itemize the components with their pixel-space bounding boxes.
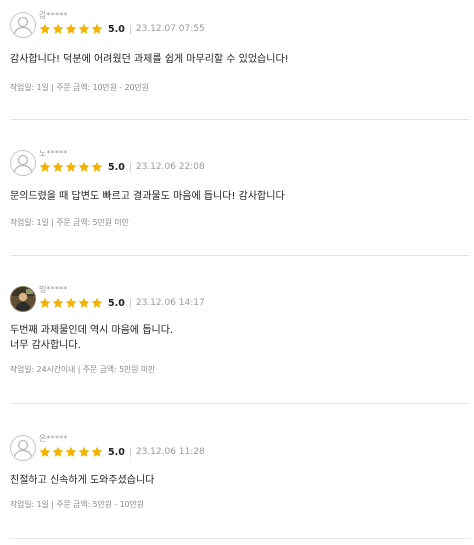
star-icon xyxy=(52,23,64,34)
star-icon xyxy=(65,23,77,34)
default-user-icon xyxy=(13,16,33,36)
rating-row: 5.0 23.12.06 11:28 xyxy=(39,445,205,459)
star-icon xyxy=(78,446,90,457)
review-content: 감사합니다! 덕분에 어려웠던 과제를 쉽게 마무리할 수 있었습니다! xyxy=(10,54,289,65)
divider xyxy=(10,255,470,256)
divider xyxy=(10,538,470,539)
review-content: 두번째 과제물인데 역시 마음에 듭니다. 너무 감사합니다. xyxy=(10,323,460,353)
review-content: 문의드렸을 때 답변도 빠르고 결과물도 마음에 듭니다! 감사합니다 xyxy=(10,191,285,202)
review-score: 5.0 xyxy=(108,297,125,309)
separator xyxy=(129,162,131,172)
star-icon xyxy=(39,23,51,34)
star-rating xyxy=(39,161,104,173)
star-icon xyxy=(65,161,77,172)
review-date: 23.12.07 07:55 xyxy=(135,24,205,34)
review-header: 노***** 5.0 23.12.06 22:08 xyxy=(10,149,470,178)
review-username: 감***** xyxy=(39,11,68,20)
review-content-line: 너무 감사합니다. xyxy=(10,340,81,351)
star-icon xyxy=(39,446,51,457)
rating-row: 5.0 23.12.06 14:17 xyxy=(39,296,205,310)
review-score: 5.0 xyxy=(108,161,125,173)
star-icon xyxy=(52,446,64,457)
star-icon xyxy=(91,446,103,457)
review-date: 23.12.06 11:28 xyxy=(135,447,205,457)
default-user-icon xyxy=(13,439,33,459)
review-date: 23.12.06 22:08 xyxy=(135,162,205,172)
star-icon xyxy=(39,297,51,308)
review-header: 감***** 5.0 23.12.07 07:55 xyxy=(10,11,470,40)
avatar xyxy=(10,286,36,312)
review-username: 밍***** xyxy=(39,285,68,294)
default-user-icon xyxy=(13,154,33,174)
divider xyxy=(10,403,470,404)
review-header: 밍***** 5.0 23.12.06 14:17 xyxy=(10,285,470,314)
avatar xyxy=(10,150,36,176)
review-content-line: 두번째 과제물인데 역시 마음에 듭니다. xyxy=(10,325,174,336)
divider xyxy=(10,119,470,120)
star-icon xyxy=(91,161,103,172)
separator xyxy=(129,298,131,308)
star-icon xyxy=(91,23,103,34)
rating-row: 5.0 23.12.06 22:08 xyxy=(39,160,205,174)
star-icon xyxy=(65,297,77,308)
separator xyxy=(129,24,131,34)
star-rating xyxy=(39,446,104,458)
avatar xyxy=(10,435,36,461)
star-icon xyxy=(91,297,103,308)
review-username: 은***** xyxy=(39,434,68,443)
star-rating xyxy=(39,23,104,35)
star-rating xyxy=(39,297,104,309)
review-content: 친절하고 신속하게 도와주셨습니다 xyxy=(10,475,155,486)
review-meta: 작업일: 1일 | 주문 금액: 5만원 미만 xyxy=(10,218,129,227)
review-list: 감***** 5.0 23.12.07 07:55 감사합니다! 덕분에 어려웠… xyxy=(0,0,474,545)
star-icon xyxy=(39,161,51,172)
avatar xyxy=(10,12,36,38)
review-meta: 작업일: 1일 | 주문 금액: 5만원 - 10만원 xyxy=(10,500,144,509)
star-icon xyxy=(78,161,90,172)
star-icon xyxy=(52,161,64,172)
rating-row: 5.0 23.12.07 07:55 xyxy=(39,22,205,36)
star-icon xyxy=(78,23,90,34)
review-header: 은***** 5.0 23.12.06 11:28 xyxy=(10,434,470,463)
review-score: 5.0 xyxy=(108,446,125,458)
star-icon xyxy=(65,446,77,457)
separator xyxy=(129,447,131,457)
star-icon xyxy=(52,297,64,308)
review-username: 노***** xyxy=(39,149,68,158)
profile-photo-icon xyxy=(11,287,35,311)
review-meta: 작업일: 1일 | 주문 금액: 10만원 - 20만원 xyxy=(10,83,149,92)
review-date: 23.12.06 14:17 xyxy=(135,298,205,308)
star-icon xyxy=(78,297,90,308)
review-meta: 작업일: 24시간이내 | 주문 금액: 5만원 미만 xyxy=(10,365,156,374)
review-score: 5.0 xyxy=(108,23,125,35)
